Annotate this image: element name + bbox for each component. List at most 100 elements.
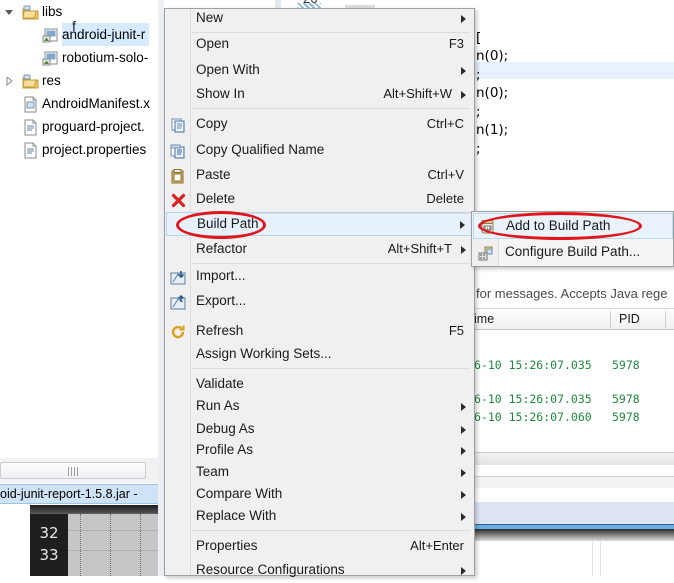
logcat-pid: 5978 [612,392,640,406]
menu-item-validate[interactable]: Validate [166,373,474,397]
menu-item-export[interactable]: Export... [166,290,474,314]
xml-file-icon [22,96,38,113]
menu-item-label: Open With [196,62,260,77]
menu-item-label: Replace With [196,508,277,523]
text-file-icon [22,119,38,136]
menu-item-resource-configurations[interactable]: Resource Configurations [166,559,474,583]
menu-item-delete[interactable]: Delete Delete [166,188,474,212]
submenu-arrow-icon [461,491,466,499]
menu-item-shortcut: Alt+Shift+T [387,241,452,256]
tree-item-android-junit-r[interactable]: android-junit-r [0,23,158,46]
menu-item-compare-with[interactable]: Compare With [166,483,474,507]
context-menu[interactable]: New Open F3 Open With Show In Alt+Shift+W Copy… [164,7,475,577]
logcat-horizontal-scrollbar[interactable] [472,452,674,465]
line-number: 32 [39,524,59,542]
tree-item-robotium-solo[interactable]: robotium-solo- [0,46,158,69]
explorer-horizontal-scrollbar[interactable] [0,462,146,479]
menu-item-copy-qualified-name[interactable]: Copy Qualified Name [166,139,474,163]
menu-item-label: Copy [196,116,228,131]
twisty-collapsed-icon[interactable] [4,69,14,92]
menu-item-label: Assign Working Sets... [196,346,332,361]
menu-item-show-in[interactable]: Show In Alt+Shift+W [166,83,474,107]
menu-item-refactor[interactable]: Refactor Alt+Shift+T [166,238,474,262]
tree-item-res[interactable]: res [0,69,158,92]
bottom-selected-row[interactable] [472,502,674,524]
logcat-column-pid[interactable]: PID [619,312,640,326]
menu-item-shortcut: F5 [448,323,464,338]
bottom-strip-2 [472,488,674,502]
build-path-submenu[interactable]: 010 Add to Build Path Configure Build Path… [471,211,674,267]
submenu-arrow-icon [461,91,466,99]
menu-item-team[interactable]: Team [166,461,474,485]
bottom-strip-1 [472,476,674,488]
submenu-item-add-to-build-path[interactable]: 010 Add to Build Path [473,213,673,239]
scrollbar-grip-icon [68,467,78,476]
logcat-panel[interactable]: for messages. Accepts Java rege ime PID … [472,282,674,476]
folder-res-icon [22,73,39,89]
menu-item-assign-working-sets[interactable]: Assign Working Sets... [166,343,474,367]
export-icon [170,294,187,311]
menu-item-label: Build Path [197,216,259,231]
code-line: ; [476,67,481,83]
folder-libs-icon [22,4,39,20]
tree-item-libs[interactable]: libs [0,0,158,23]
menu-item-profile-as[interactable]: Profile As [166,439,474,463]
menu-item-build-path[interactable]: Build Path [166,212,474,236]
copy-qualified-name-icon [170,143,187,160]
logcat-pid: 5978 [612,358,640,372]
svg-text:010: 010 [484,227,492,231]
menu-item-label: New [196,10,224,25]
tree-item-label: robotium-solo- [62,50,149,65]
logcat-row[interactable]: 6-10 15:26:07.035 5978 [472,358,674,373]
logcat-column-time[interactable]: ime [474,312,494,326]
tree-item-androidmanifest-x[interactable]: AndroidManifest.x [0,92,158,115]
delete-icon [170,192,187,209]
code-line: [ [476,30,482,46]
menu-item-replace-with[interactable]: Replace With [166,505,474,529]
menu-item-label: Show In [196,86,245,101]
menu-item-label: Team [196,464,230,479]
logcat-pid: 5978 [612,410,640,424]
submenu-arrow-icon [461,67,466,75]
bottom-strip-6 [472,541,674,576]
menu-item-run-as[interactable]: Run As [166,395,474,419]
refresh-icon [170,324,187,341]
tree-item-label: libs [42,4,63,19]
configure-build-path-icon [478,245,495,262]
logcat-row[interactable]: 6-10 15:26:07.060 5978 [472,410,674,425]
code-line: n(0); [476,48,509,64]
menu-item-shortcut: F3 [448,36,464,51]
menu-separator [192,368,470,369]
twisty-expanded-icon[interactable] [4,0,14,23]
tree-item-proguard-project[interactable]: proguard-project. [0,115,158,138]
tree-item-project-properties[interactable]: project.properties [0,138,158,161]
menu-item-import[interactable]: Import... [166,265,474,289]
menu-item-label: Refresh [196,323,244,338]
bottom-code-area[interactable] [68,514,158,576]
code-line: ; [476,104,481,120]
menu-item-new[interactable]: New [166,7,474,31]
menu-item-open[interactable]: Open F3 [166,33,474,57]
project-explorer-tree[interactable]: libs android-junit-r robotium-solo-res Andr… [0,0,158,443]
submenu-item-configure-build-path[interactable]: Configure Build Path... [473,240,673,266]
menu-item-open-with[interactable]: Open With [166,59,474,83]
logcat-filter-hint: for messages. Accepts Java rege [476,286,668,301]
menu-item-refresh[interactable]: Refresh F5 [166,320,474,344]
submenu-arrow-icon [461,447,466,455]
menu-item-shortcut: Alt+Shift+W [383,86,452,101]
menu-item-paste[interactable]: Paste Ctrl+V [166,164,474,188]
menu-separator [192,32,470,33]
code-glyph: f [72,18,76,34]
menu-item-label: Run As [196,398,240,413]
menu-item-copy[interactable]: Copy Ctrl+C [166,113,474,137]
submenu-arrow-icon [461,567,466,575]
code-line: ; [476,141,481,157]
logcat-time: 6-10 15:26:07.060 [474,410,592,424]
editor-highlighted-line [474,62,674,79]
submenu-arrow-icon [461,426,466,434]
menu-item-properties[interactable]: Properties Alt+Enter [166,535,474,559]
logcat-table-header[interactable]: ime PID [472,309,674,330]
status-bar-text: oid-junit-report-1.5.8.jar - [0,487,138,501]
bottom-strip-shadow [472,529,674,541]
logcat-row[interactable]: 6-10 15:26:07.035 5978 [472,392,674,407]
